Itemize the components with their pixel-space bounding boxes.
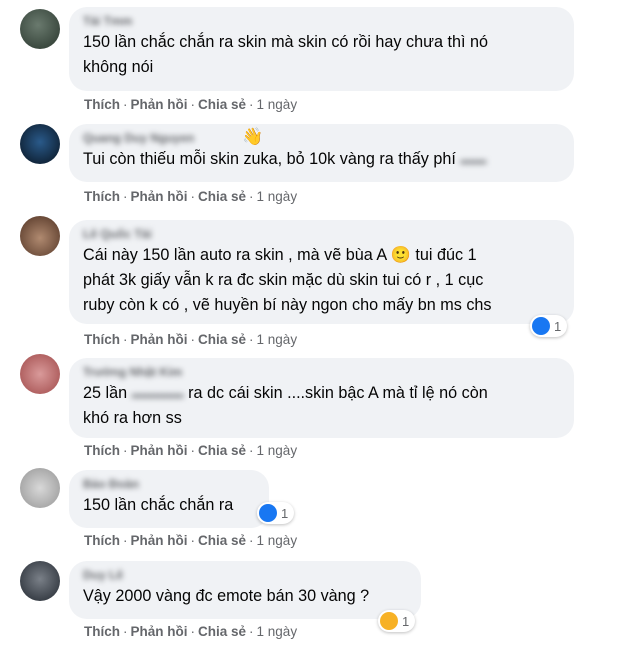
comment-actions: Thích · Phản hồi · Chia sẻ · 1 ngày <box>84 624 298 639</box>
like-button[interactable]: Thích <box>84 533 120 548</box>
avatar[interactable] <box>20 216 60 256</box>
comment-time[interactable]: 1 ngày <box>257 97 298 112</box>
comment-time[interactable]: 1 ngày <box>257 624 298 639</box>
reaction-count[interactable]: 1 <box>257 502 295 524</box>
like-button[interactable]: Thích <box>84 97 120 112</box>
reply-button[interactable]: Phản hồi <box>131 443 188 458</box>
redacted-text: ▬▬▬▬ <box>131 386 184 401</box>
comment-author[interactable]: Lê Quốc Tài <box>83 227 560 243</box>
comment-actions: Thích · Phản hồi · Chia sẻ · 1 ngày <box>84 189 298 204</box>
comment-bubble: Lê Quốc Tài Cái này 150 lần auto ra skin… <box>69 220 574 324</box>
comment-text: Vậy 2000 vàng đc emote bán 30 vàng ? <box>83 587 370 605</box>
reply-button[interactable]: Phản hồi <box>131 97 188 112</box>
comment-text: Tui còn thiếu mỗi skin zuka, bỏ 10k vàng… <box>83 147 560 172</box>
share-button[interactable]: Chia sẻ <box>198 443 246 458</box>
comment-text: 150 lần chắc chắn ra <box>83 496 234 514</box>
share-button[interactable]: Chia sẻ <box>198 624 246 639</box>
like-button[interactable]: Thích <box>84 624 120 639</box>
comment-time[interactable]: 1 ngày <box>257 443 298 458</box>
haha-icon <box>380 612 398 630</box>
like-button[interactable]: Thích <box>84 443 120 458</box>
share-button[interactable]: Chia sẻ <box>198 97 246 112</box>
reply-button[interactable]: Phản hồi <box>131 332 188 347</box>
comment-author[interactable]: Quang Duy Nguyen <box>83 131 560 147</box>
reply-button[interactable]: Phản hồi <box>131 189 188 204</box>
comment-actions: Thích · Phản hồi · Chia sẻ · 1 ngày <box>84 533 298 548</box>
like-icon <box>532 317 550 335</box>
share-button[interactable]: Chia sẻ <box>198 332 246 347</box>
share-button[interactable]: Chia sẻ <box>198 189 246 204</box>
comment-bubble: Duy Lê Vậy 2000 vàng đc emote bán 30 vàn… <box>69 561 421 619</box>
redacted-text: ▬▬ <box>460 152 487 167</box>
comment-bubble: Bảo Đoàn 150 lần chắc chắn ra <box>69 470 269 528</box>
share-button[interactable]: Chia sẻ <box>198 533 246 548</box>
comment-text: Cái này 150 lần auto ra skin , mà vẽ bùa… <box>83 246 492 314</box>
comment-actions: Thích · Phản hồi · Chia sẻ · 1 ngày <box>84 443 298 458</box>
like-button[interactable]: Thích <box>84 189 120 204</box>
comment-time[interactable]: 1 ngày <box>257 189 298 204</box>
comment-bubble: Tài Tmm 150 lần chắc chắn ra skin mà ski… <box>69 7 574 91</box>
comment-text: 25 lần ▬▬▬▬ ra dc cái skin ....skin bậc … <box>83 381 560 431</box>
comment-bubble: Trường Nhật Kim 25 lần ▬▬▬▬ ra dc cái sk… <box>69 358 574 438</box>
like-button[interactable]: Thích <box>84 332 120 347</box>
comment-time[interactable]: 1 ngày <box>257 533 298 548</box>
comment-author[interactable]: Trường Nhật Kim <box>83 365 560 381</box>
comment-author[interactable]: Tài Tmm <box>83 14 560 30</box>
comment-text: 150 lần chắc chắn ra skin mà skin có rồi… <box>83 33 488 76</box>
comment-author[interactable]: Duy Lê <box>83 568 407 584</box>
avatar[interactable] <box>20 124 60 164</box>
like-icon <box>259 504 277 522</box>
comment-time[interactable]: 1 ngày <box>257 332 298 347</box>
reaction-count[interactable]: 1 <box>530 315 568 337</box>
avatar[interactable] <box>20 561 60 601</box>
comment-author[interactable]: Bảo Đoàn <box>83 477 255 493</box>
reply-button[interactable]: Phản hồi <box>131 533 188 548</box>
comment-actions: Thích · Phản hồi · Chia sẻ · 1 ngày <box>84 332 298 347</box>
avatar[interactable] <box>20 9 60 49</box>
reaction-count[interactable]: 1 <box>378 610 416 632</box>
reply-button[interactable]: Phản hồi <box>131 624 188 639</box>
avatar[interactable] <box>20 468 60 508</box>
avatar[interactable] <box>20 354 60 394</box>
comment-actions: Thích · Phản hồi · Chia sẻ · 1 ngày <box>84 97 298 112</box>
wave-icon: 👋 <box>242 127 264 146</box>
comment-bubble: Quang Duy Nguyen Tui còn thiếu mỗi skin … <box>69 124 574 182</box>
